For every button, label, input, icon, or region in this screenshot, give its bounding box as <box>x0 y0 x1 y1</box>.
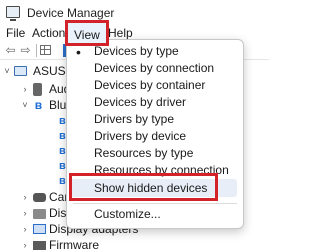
firmware-icon <box>33 241 46 250</box>
tree-item-label: Firmware <box>49 238 99 250</box>
menu-item-drivers-by-device[interactable]: Drivers by device <box>94 128 186 145</box>
tree-root-label: ASUS <box>33 64 66 78</box>
computer-icon <box>14 66 27 76</box>
menu-item-customize[interactable]: Customize... <box>94 206 161 223</box>
device-manager-icon <box>6 6 20 21</box>
menu-view[interactable]: View <box>65 20 109 46</box>
speaker-icon <box>33 83 42 96</box>
menu-item-drivers-by-type[interactable]: Drivers by type <box>94 111 174 128</box>
toolbar-separator <box>36 44 37 57</box>
menu-item-devices-by-driver[interactable]: Devices by driver <box>94 94 186 111</box>
disk-drive-icon <box>33 209 46 219</box>
properties-grid-icon[interactable] <box>40 45 51 55</box>
bluetooth-icon: ʙ <box>34 98 43 112</box>
menu-item-devices-by-container[interactable]: Devices by container <box>94 77 205 94</box>
menu-separator <box>73 203 237 204</box>
menu-action[interactable]: Action <box>32 26 65 41</box>
back-arrow-icon[interactable]: ⇦ <box>4 43 17 58</box>
camera-icon <box>33 193 46 202</box>
highlight-box <box>69 173 218 201</box>
window-title: Device Manager <box>27 6 115 20</box>
display-adapter-icon <box>33 224 46 234</box>
menu-item-resources-by-type[interactable]: Resources by type <box>94 145 193 162</box>
menu-item-devices-by-connection[interactable]: Devices by connection <box>94 60 214 77</box>
chevron-down-icon[interactable]: ˅ <box>20 96 30 115</box>
chevron-right-icon[interactable]: › <box>20 236 30 250</box>
forward-arrow-icon[interactable]: ⇨ <box>19 43 32 58</box>
title-bar: Device Manager <box>0 0 269 26</box>
chevron-down-icon[interactable]: ˅ <box>2 62 12 81</box>
menu-file[interactable]: File <box>6 26 25 41</box>
